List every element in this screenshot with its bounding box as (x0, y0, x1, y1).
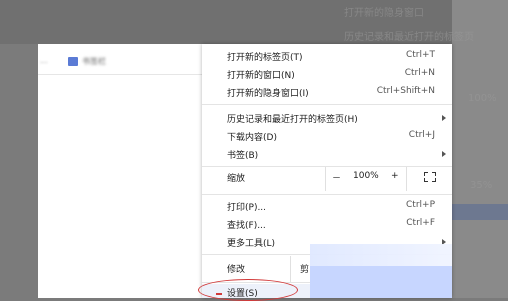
menu-item-shortcut: Ctrl+P (406, 200, 435, 210)
background-ghost-zoom: 100% (468, 93, 497, 104)
menu-item-new-window[interactable]: 打开新的窗口(N) Ctrl+N (202, 66, 452, 82)
cut-button[interactable]: 剪 (300, 262, 309, 282)
menu-item-shortcut: Ctrl+T (405, 50, 435, 60)
menu-item-shortcut: Ctrl+N (404, 68, 435, 78)
menu-item-print[interactable]: 打印(P)... Ctrl+P (202, 198, 452, 214)
menu-item-label: 打开新的隐身窗口(I) (227, 89, 309, 99)
dimmed-background-right (452, 0, 508, 298)
submenu-arrow-icon (442, 115, 446, 121)
zoom-label: 缩放 (227, 174, 246, 184)
menu-item-downloads[interactable]: 下载内容(D) Ctrl+J (202, 128, 452, 144)
menu-item-shortcut: Ctrl+J (408, 130, 435, 140)
menu-item-find[interactable]: 查找(F)... Ctrl+F (202, 216, 452, 232)
submenu-arrow-icon (442, 151, 446, 157)
menu-divider (202, 194, 452, 195)
browser-content-area: ... 书签栏 (38, 44, 202, 298)
menu-item-bookmarks[interactable]: 书签(B) (202, 146, 452, 162)
menu-item-shortcut: Ctrl+Shift+N (376, 86, 435, 96)
bookmark-item-label[interactable]: 书签栏 (82, 56, 106, 67)
background-ghost-value: 35% (470, 180, 493, 191)
menu-item-label: 打印(P)... (227, 203, 267, 213)
fullscreen-icon[interactable] (424, 172, 436, 182)
background-ghost-text: 历史记录和最近打开的标签页 (344, 32, 474, 43)
menu-item-label: 打开新的标签页(T) (227, 53, 303, 63)
background-highlight-row (452, 204, 508, 220)
menu-item-new-tab[interactable]: 打开新的标签页(T) Ctrl+T (202, 48, 452, 64)
menu-item-label: 书签(B) (227, 151, 259, 161)
menu-item-incognito-window[interactable]: 打开新的隐身窗口(I) Ctrl+Shift+N (202, 84, 452, 100)
zoom-out-button[interactable]: － (332, 171, 341, 191)
menu-item-label: 更多工具(L) (227, 239, 276, 249)
menu-item-label: 下载内容(D) (227, 133, 277, 143)
zoom-level-value: 100% (353, 171, 379, 181)
folder-icon (68, 57, 78, 66)
edit-divider (290, 256, 291, 282)
menu-item-shortcut: Ctrl+F (406, 218, 435, 228)
background-ghost-text: 打开新的隐身窗口 (344, 8, 424, 19)
menu-item-label: 历史记录和最近打开的标签页(H) (227, 115, 358, 125)
menu-item-history[interactable]: 历史记录和最近打开的标签页(H) (202, 110, 452, 126)
bookmarks-bar: ... 书签栏 (38, 44, 202, 75)
zoom-in-button[interactable]: + (391, 171, 399, 191)
menu-item-label: 打开新的窗口(N) (227, 71, 295, 81)
menu-divider (202, 104, 452, 105)
annotation-mark (216, 293, 222, 295)
menu-item-label: 查找(F)... (227, 221, 266, 231)
overlay-panel-lower (310, 266, 452, 298)
bookmarks-overflow-text: ... (40, 56, 48, 65)
